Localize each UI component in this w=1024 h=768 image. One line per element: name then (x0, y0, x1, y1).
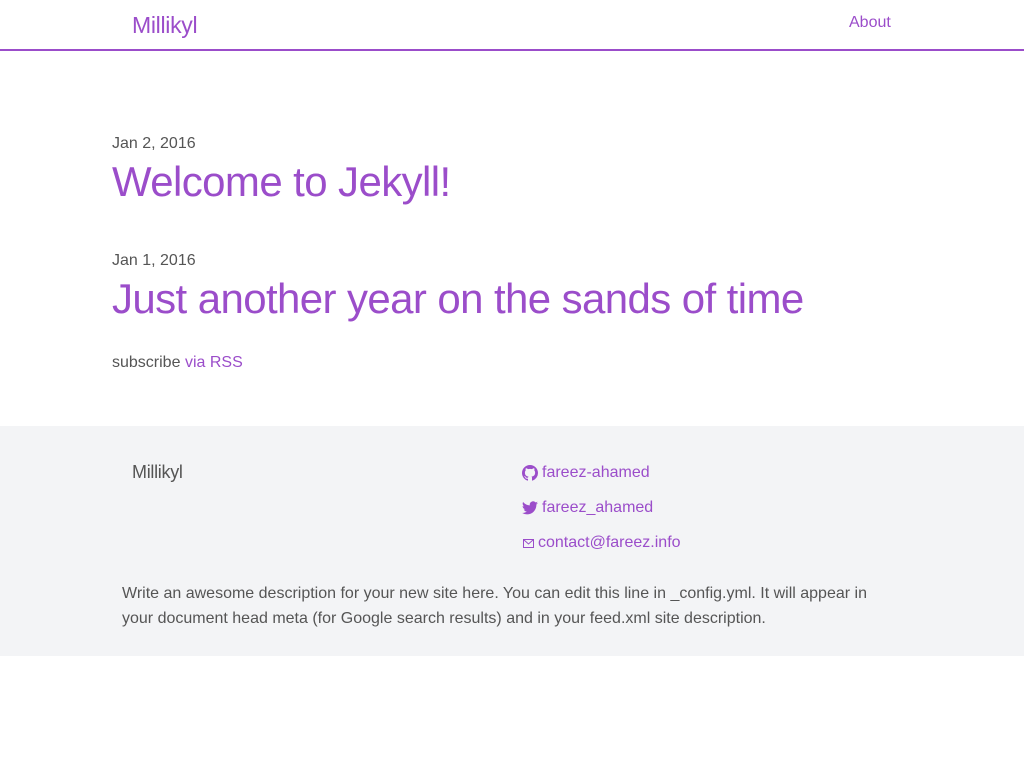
footer-site-title: Millikyl (132, 462, 183, 482)
twitter-link[interactable]: fareez_ahamed (522, 499, 653, 517)
subscribe-label: subscribe (112, 354, 181, 371)
email-link[interactable]: contact@fareez.info (522, 534, 681, 552)
post-title-link[interactable]: Just another year on the sands of time (112, 275, 804, 323)
site-description: Write an awesome description for your ne… (122, 585, 867, 627)
twitter-username: fareez_ahamed (542, 499, 654, 516)
github-username: fareez-ahamed (542, 464, 650, 481)
github-icon (522, 465, 538, 481)
site-header: Millikyl About (0, 0, 1024, 51)
nav-link-about[interactable]: About (849, 14, 891, 32)
rss-link[interactable]: via RSS (185, 354, 243, 371)
site-footer: Millikyl fareez-ahamed fareez_ahamed con… (0, 426, 1024, 656)
post-date: Jan 2, 2016 (112, 135, 196, 152)
twitter-icon (522, 500, 538, 516)
email-address: contact@fareez.info (538, 534, 681, 551)
subscribe-line: subscribe via RSS (112, 354, 243, 372)
github-link[interactable]: fareez-ahamed (522, 464, 650, 482)
post-date: Jan 1, 2016 (112, 252, 196, 269)
post-title-link[interactable]: Welcome to Jekyll! (112, 158, 451, 206)
mail-icon (522, 535, 534, 551)
site-title-link[interactable]: Millikyl (132, 12, 198, 39)
